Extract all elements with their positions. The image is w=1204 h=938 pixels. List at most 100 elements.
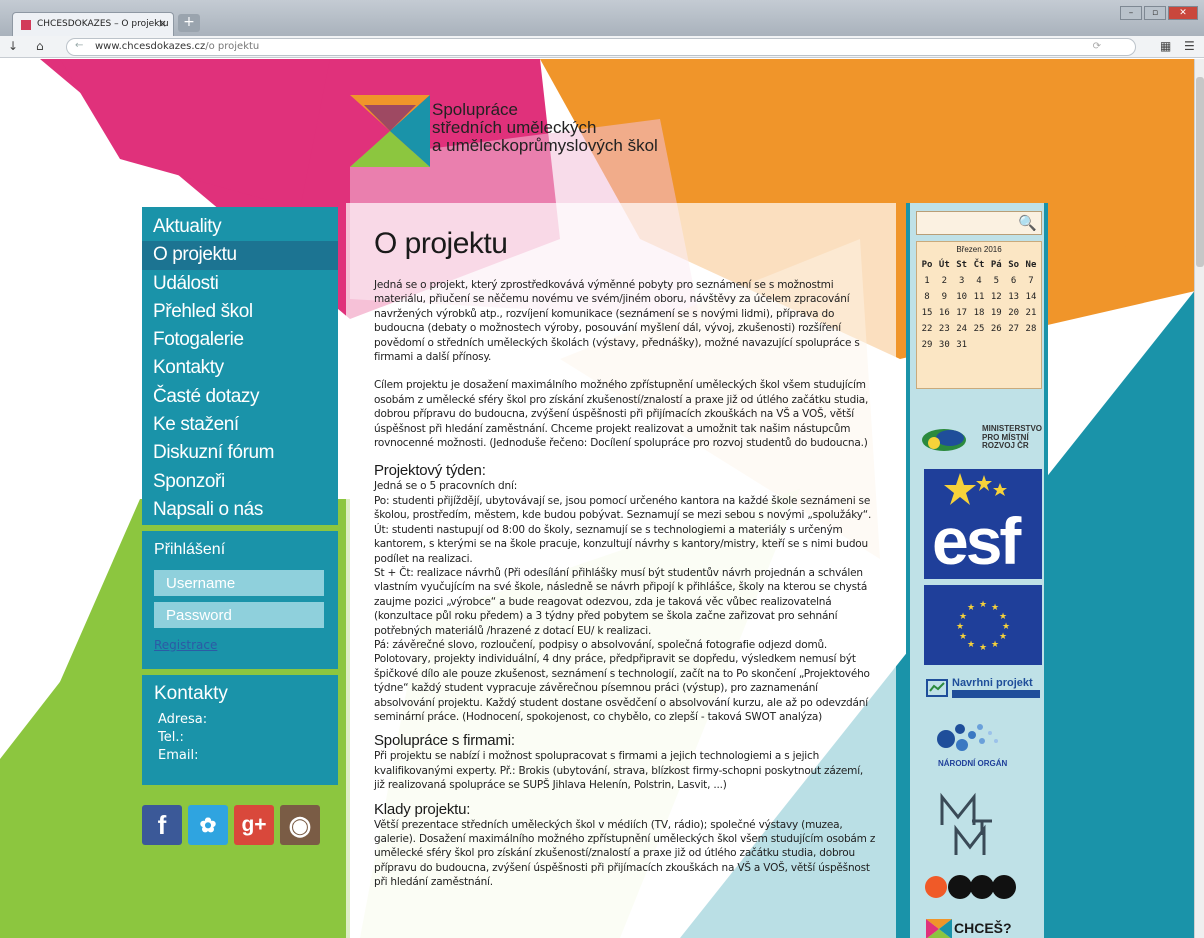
calendar-day[interactable]: 13 — [1006, 289, 1022, 305]
twitter-icon[interactable]: ✿ — [188, 805, 228, 845]
calendar-day[interactable]: 7 — [1023, 273, 1039, 289]
calendar-day[interactable]: 20 — [1006, 305, 1022, 321]
calendar-day[interactable] — [1023, 337, 1039, 353]
tab-close-icon[interactable]: × — [158, 17, 167, 30]
calendar-day[interactable]: 25 — [971, 321, 987, 337]
search-icon[interactable]: 🔍 — [1018, 214, 1037, 232]
chces-logo[interactable]: CHCEŠ? — [926, 919, 1046, 938]
calendar-day[interactable]: 15 — [919, 305, 935, 321]
home-icon[interactable]: ⌂ — [36, 39, 44, 53]
contact-address: Adresa: — [158, 712, 208, 727]
calendar-day[interactable]: 26 — [988, 321, 1004, 337]
menu-icon[interactable]: ☰ — [1184, 39, 1195, 53]
close-window-button[interactable]: ✕ — [1168, 6, 1198, 20]
back-arrow-icon[interactable]: ← — [75, 40, 83, 51]
calendar-day[interactable]: 22 — [919, 321, 935, 337]
intro-paragraph: Jedná se o projekt, který zprostředkováv… — [374, 279, 860, 364]
nav-item-udalosti[interactable]: Události — [142, 270, 338, 298]
username-input[interactable] — [154, 570, 324, 596]
calendar-day[interactable] — [1006, 337, 1022, 353]
contact-phone: Tel.: — [158, 730, 184, 745]
calendar-day[interactable]: 11 — [971, 289, 987, 305]
narodni-text: NÁRODNÍ ORGÁN — [938, 759, 1008, 768]
calendar-day[interactable]: 1 — [919, 273, 935, 289]
calendar-day[interactable] — [971, 337, 987, 353]
register-link[interactable]: Registrace — [154, 638, 217, 652]
calendar-day[interactable]: 17 — [954, 305, 970, 321]
web-page: Spolupráce středních uměleckých a umělec… — [0, 59, 1204, 938]
svg-text:★: ★ — [999, 632, 1007, 642]
calendar-day[interactable]: 28 — [1023, 321, 1039, 337]
nav-item-prehled-skol[interactable]: Přehled škol — [142, 298, 338, 326]
reload-icon[interactable]: ⟳ — [1093, 41, 1101, 52]
calendar-day[interactable]: 30 — [936, 337, 952, 353]
scrollbar-thumb[interactable] — [1196, 77, 1204, 267]
calendar-day[interactable]: 24 — [954, 321, 970, 337]
calendar-day[interactable]: 9 — [936, 289, 952, 305]
calendar-day[interactable]: 19 — [988, 305, 1004, 321]
password-input[interactable] — [154, 602, 324, 628]
esf-logo[interactable]: esf — [924, 469, 1042, 579]
nav-item-fotogalerie[interactable]: Fotogalerie — [142, 326, 338, 354]
calendar-day[interactable]: 3 — [954, 273, 970, 289]
calendar-day[interactable]: 23 — [936, 321, 952, 337]
calendar-day[interactable]: 6 — [1006, 273, 1022, 289]
minimize-button[interactable]: – — [1120, 6, 1142, 20]
address-bar[interactable]: ← www.chcesdokazes.cz/o projektu ⟳ — [66, 38, 1136, 56]
calendar-day[interactable]: 4 — [971, 273, 987, 289]
orange-dots-logo[interactable] — [924, 873, 1024, 901]
instagram-icon[interactable]: ◉ — [280, 805, 320, 845]
heading-projektovy-tyden: Projektový týden: — [374, 462, 486, 480]
calendar-day[interactable]: 14 — [1023, 289, 1039, 305]
restore-button[interactable]: ▫ — [1144, 6, 1166, 20]
calendar-day[interactable]: 18 — [971, 305, 987, 321]
klady-paragraph: Větší prezentace středních uměleckých šk… — [374, 818, 876, 889]
calendar-day-header: So — [1008, 260, 1020, 270]
calendar-day[interactable]: 31 — [954, 337, 970, 353]
logo-line-1: Spolupráce — [432, 100, 519, 119]
dots-icon — [925, 875, 1016, 899]
calendar-day[interactable]: 21 — [1023, 305, 1039, 321]
firmy-paragraph: Při projektu se nabízí i možnost spolupr… — [374, 750, 864, 792]
calendar-day[interactable]: 27 — [1006, 321, 1022, 337]
eu-stars-icon: ★ ★★ ★★★ ★★★ ★★★ — [956, 600, 1010, 653]
nav-item-aktuality[interactable]: Aktuality — [142, 213, 338, 241]
navrhni-subbar — [952, 690, 1040, 698]
calendar-day[interactable]: 16 — [936, 305, 952, 321]
msmt-logo[interactable] — [936, 791, 996, 863]
calendar-week-row: 8 9 10 11 12 13 14 — [917, 289, 1041, 305]
nav-item-diskuzni-forum[interactable]: Diskuzní fórum — [142, 439, 338, 467]
site-logo[interactable]: Spolupráce středních uměleckých a umělec… — [350, 95, 750, 169]
logo-line-2: středních uměleckých — [432, 118, 597, 137]
tyden-ut: Út: studenti nastupují od 8:00 do školy,… — [374, 523, 868, 565]
eu-flag-logo[interactable]: ★ ★ ★ ★ ★ ★ ★ ★ ★ ★ ★ ★ — [924, 585, 1042, 665]
downloads-icon[interactable]: ↓ — [8, 39, 18, 53]
nav-item-kontakty[interactable]: Kontakty — [142, 354, 338, 382]
search-input[interactable]: 🔍 — [916, 211, 1042, 235]
narodni-organ-logo[interactable]: NÁRODNÍ ORGÁN — [926, 715, 1042, 777]
nav-item-o-projektu[interactable]: O projektu — [142, 241, 338, 270]
new-tab-button[interactable]: + — [178, 14, 200, 32]
calendar-week-row: 29 30 31 — [917, 337, 1041, 353]
calendar-day[interactable]: 5 — [988, 273, 1004, 289]
google-plus-icon[interactable]: g+ — [234, 805, 274, 845]
nav-item-sponzori[interactable]: Sponzoři — [142, 468, 338, 496]
mmr-logo[interactable]: MINISTERSTVO PRO MÍSTNÍ ROZVOJ ČR — [920, 421, 1044, 459]
extension-icon[interactable]: ▦ — [1160, 39, 1171, 53]
page-scrollbar[interactable] — [1194, 59, 1204, 938]
calendar-day[interactable]: 12 — [988, 289, 1004, 305]
calendar-day[interactable]: 2 — [936, 273, 952, 289]
nav-item-ke-stazeni[interactable]: Ke stažení — [142, 411, 338, 439]
nav-item-caste-dotazy[interactable]: Časté dotazy — [142, 383, 338, 411]
calendar-day[interactable]: 8 — [919, 289, 935, 305]
login-box: Přihlášení Registrace — [142, 531, 338, 669]
calendar-day[interactable]: 10 — [954, 289, 970, 305]
browser-tab[interactable]: CHCESDOKAZES – O projektu × — [12, 12, 174, 36]
calendar-day[interactable] — [988, 337, 1004, 353]
facebook-icon[interactable]: f — [142, 805, 182, 845]
calendar-day[interactable]: 29 — [919, 337, 935, 353]
chces-mark-icon — [926, 919, 952, 938]
nav-item-napsali-o-nas[interactable]: Napsali o nás — [142, 496, 338, 524]
navrhni-projekt-logo[interactable]: Navrhni projekt — [926, 677, 1042, 701]
narodni-dots-icon — [937, 724, 998, 751]
